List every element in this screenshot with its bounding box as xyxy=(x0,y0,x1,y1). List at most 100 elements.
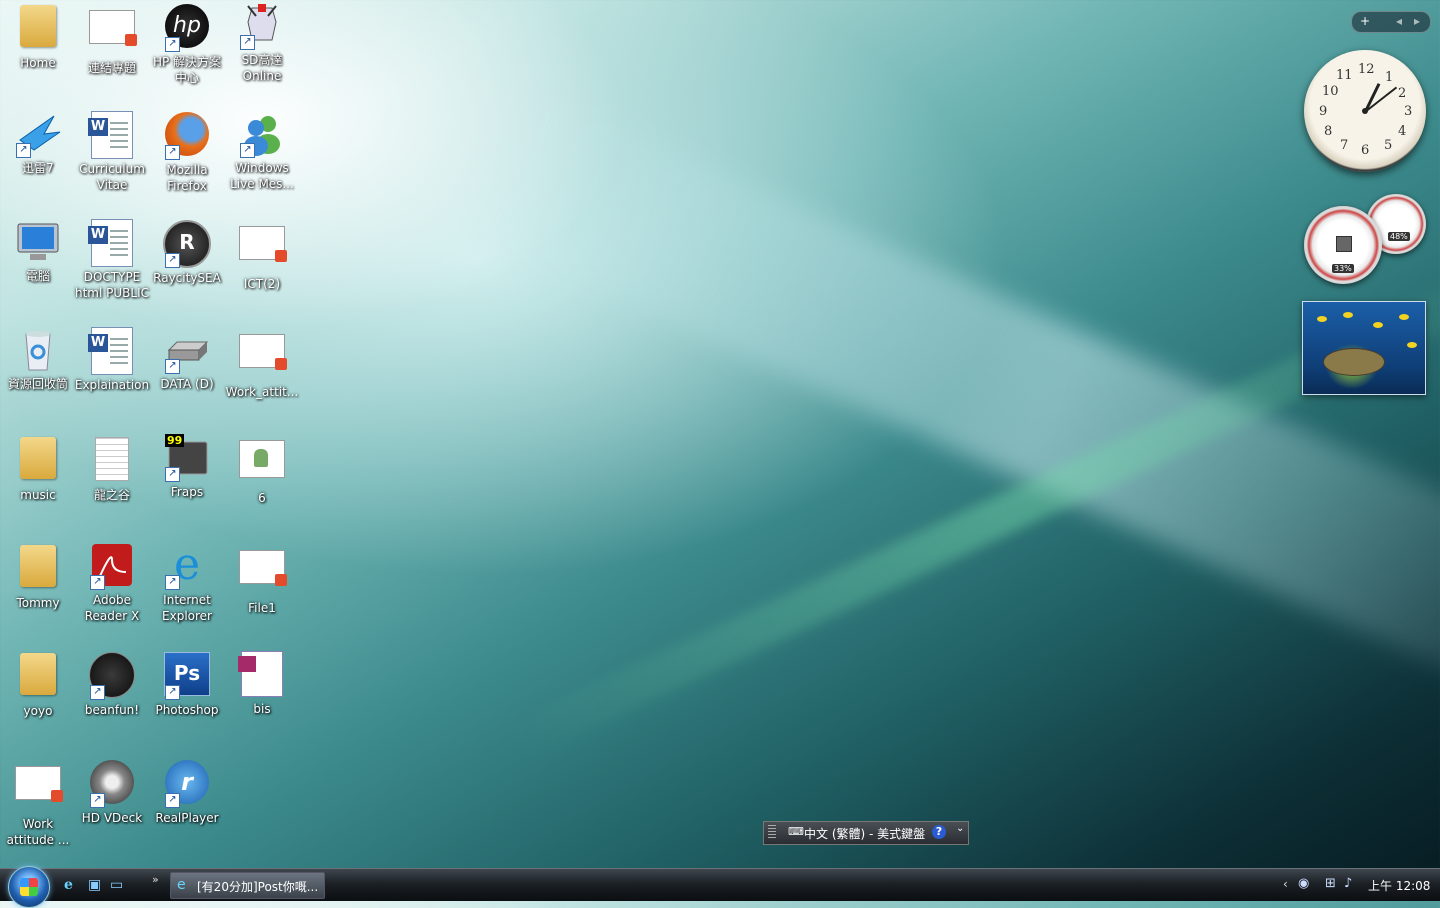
sidebar-controls: + ◂ ▸ xyxy=(1351,11,1431,33)
desktop-icon-firefox[interactable]: ↗ Mozilla Firefox xyxy=(149,110,225,194)
keyboard-icon: ⌨ xyxy=(788,825,804,838)
desktop-icon-label: DOCTYPE html PUBLIC xyxy=(74,270,149,300)
desktop-icon-curriculum-vitae[interactable]: W Curriculum Vitae xyxy=(74,110,150,193)
desktop-icon-label: Work attitude ... xyxy=(6,817,70,847)
text-file-icon xyxy=(88,437,136,485)
desktop-icon-label: Home xyxy=(20,56,56,70)
desktop-icon-hd-vdeck[interactable]: ↗ HD VDeck xyxy=(74,758,150,826)
input-language-label[interactable]: 中文 (繁體) - 美式鍵盤 xyxy=(804,825,925,842)
desktop-icon-6[interactable]: 6 xyxy=(224,434,300,506)
desktop-icon-tommy[interactable]: Tommy xyxy=(0,542,76,611)
beanfun-icon: ↗ xyxy=(88,652,136,700)
start-button[interactable] xyxy=(8,866,50,908)
desktop-icon-windows-live-messenger[interactable]: ↗ Windows Live Mes... xyxy=(224,110,300,192)
desktop-icon-internet-explorer[interactable]: e ↗ Internet Explorer xyxy=(149,542,225,624)
clock-number: 2 xyxy=(1398,86,1407,101)
desktop-icon-home[interactable]: Home xyxy=(0,2,76,71)
clock-number: 6 xyxy=(1361,143,1370,158)
clock-center-pin xyxy=(1362,108,1368,114)
network-icon[interactable]: ⊞ xyxy=(1325,876,1341,892)
access-file-icon xyxy=(238,651,286,699)
desktop-icon-label: RaycitySEA xyxy=(153,271,221,285)
previous-page-button[interactable]: ◂ xyxy=(1396,14,1402,28)
language-bar[interactable]: ⌨ 中文 (繁體) - 美式鍵盤 ? ⌄ xyxy=(763,821,969,845)
quicklaunch-switch-windows-icon[interactable]: ▣ xyxy=(88,877,104,893)
shortcut-arrow-icon: ↗ xyxy=(90,793,105,808)
desktop-icon-fraps[interactable]: 99 ↗ Fraps xyxy=(149,434,225,500)
help-icon[interactable]: ? xyxy=(932,825,946,839)
hard-drive-icon: ↗ xyxy=(163,326,211,374)
desktop-icon-beanfun[interactable]: ↗ beanfun! xyxy=(74,650,150,718)
taskbar-clock[interactable]: 上午 12:08 xyxy=(1368,877,1430,894)
desktop-icon-label: File1 xyxy=(248,601,276,615)
desktop-icon-doctype[interactable]: W DOCTYPE html PUBLIC xyxy=(74,218,150,301)
desktop-icon-dragon-nest[interactable]: 龍之谷 xyxy=(74,434,150,503)
desktop-icon-realplayer[interactable]: r ↗ RealPlayer xyxy=(149,758,225,826)
taskbar-window-button[interactable]: e [有20分加]Post你嘅... xyxy=(170,872,325,899)
word-document-icon: W xyxy=(88,111,136,159)
realplayer-icon: r ↗ xyxy=(163,760,211,808)
shortcut-arrow-icon: ↗ xyxy=(165,253,180,268)
desktop-icon-label: yoyo xyxy=(23,704,53,718)
document-icon xyxy=(238,550,287,598)
desktop-icon-hp-solution-center[interactable]: hp ↗ HP 解決方案中心 xyxy=(149,2,225,86)
desktop-icon-label: beanfun! xyxy=(84,703,140,717)
slideshow-gadget[interactable] xyxy=(1302,301,1426,395)
desktop-icon-bis[interactable]: bis xyxy=(224,650,300,717)
taskbar-window-title: [有20分加]Post你嘅... xyxy=(197,880,319,894)
desktop-icon-label: 連結專題 xyxy=(87,61,136,75)
add-gadget-button[interactable]: + xyxy=(1360,14,1370,28)
desktop-icon-data-drive[interactable]: ↗ DATA (D) xyxy=(149,326,225,392)
desktop-icon-computer[interactable]: 電腦 xyxy=(0,218,76,284)
quicklaunch-show-desktop-icon[interactable]: ▭ xyxy=(110,877,126,893)
volume-icon[interactable]: ♪ xyxy=(1344,876,1360,892)
desktop-icon-project-link[interactable]: 連結專題 xyxy=(74,2,150,76)
options-chevron-icon[interactable]: ⌄ xyxy=(956,823,964,834)
document-icon xyxy=(238,226,287,274)
word-document-icon: W xyxy=(88,327,136,375)
clock-gadget[interactable]: 12 1 2 3 4 5 6 7 8 9 10 11 xyxy=(1304,50,1426,172)
desktop-icon-adobe-reader[interactable]: ↗ Adobe Reader X xyxy=(74,542,150,624)
desktop-icon-label: HD VDeck xyxy=(81,811,143,825)
cpu-meter-gadget[interactable]: 33% xyxy=(1304,206,1382,284)
desktop-icon-raycity[interactable]: R ↗ RaycitySEA xyxy=(149,218,225,286)
clock-number: 1 xyxy=(1385,70,1394,85)
next-page-button[interactable]: ▸ xyxy=(1414,14,1420,28)
quicklaunch-internet-explorer-icon[interactable]: e xyxy=(64,877,80,893)
desktop-icon-work-attit[interactable]: Work_attit... xyxy=(224,326,300,400)
internet-explorer-icon: e ↗ xyxy=(163,542,211,590)
desktop-icon-explaination[interactable]: W Explaination xyxy=(74,326,150,393)
clock-number: 12 xyxy=(1358,62,1375,77)
desktop-icon-label: 電腦 xyxy=(25,269,50,283)
tray-app-icon[interactable]: ◉ xyxy=(1298,876,1314,892)
shortcut-arrow-icon: ↗ xyxy=(165,359,180,374)
desktop-icon-music[interactable]: music xyxy=(0,434,76,503)
desktop-icon-label: Mozilla Firefox xyxy=(166,163,208,193)
memory-percent: 48% xyxy=(1388,232,1410,241)
cpu-chip-icon xyxy=(1336,236,1352,252)
clock-number: 5 xyxy=(1384,138,1393,153)
desktop-icon-photoshop[interactable]: Ps ↗ Photoshop xyxy=(149,650,225,718)
fish-shape xyxy=(1317,316,1327,322)
word-document-icon: W xyxy=(88,219,136,267)
desktop-icon-thunder[interactable]: ↗ 迅雷7 xyxy=(0,110,76,176)
desktop-icon-label: 資源回收筒 xyxy=(7,377,68,391)
desktop-icon-label: bis xyxy=(253,702,271,716)
desktop-icon-label: Curriculum Vitae xyxy=(79,162,145,192)
document-icon xyxy=(14,766,63,814)
desktop-icon-sd-gundam[interactable]: ↗ SD高達 Online xyxy=(224,2,300,84)
clock-number: 7 xyxy=(1340,138,1349,153)
messenger-icon: ↗ xyxy=(238,110,286,158)
show-hidden-icons-arrow[interactable]: ‹ xyxy=(1283,877,1288,891)
quicklaunch-overflow-chevron[interactable]: » xyxy=(152,873,159,886)
drag-grip-icon[interactable] xyxy=(768,825,776,839)
recycle-bin-icon xyxy=(14,326,62,374)
shortcut-arrow-icon: ↗ xyxy=(165,145,180,160)
desktop-icon-recycle-bin[interactable]: 資源回收筒 xyxy=(0,326,76,392)
desktop-icon-ict2[interactable]: ICT(2) xyxy=(224,218,300,292)
desktop-icon-file1[interactable]: File1 xyxy=(224,542,300,616)
shortcut-arrow-icon: ↗ xyxy=(16,143,31,158)
fish-shape xyxy=(1373,322,1383,328)
desktop-icon-work-attitude[interactable]: Work attitude ... xyxy=(0,758,76,848)
desktop-icon-yoyo[interactable]: yoyo xyxy=(0,650,76,719)
